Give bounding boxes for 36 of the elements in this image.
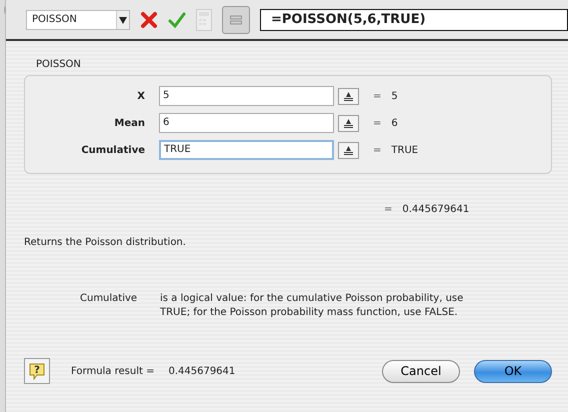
formula-field[interactable]: =POISSON(5,6,TRUE): [260, 8, 568, 30]
argument-label: X: [136, 90, 145, 102]
argument-label: Mean: [113, 118, 145, 128]
cancel-icon[interactable]: [140, 10, 158, 28]
collapse-button[interactable]: [338, 88, 359, 104]
collapse-icon: [344, 92, 353, 100]
ok-button[interactable]: OK: [474, 360, 552, 382]
equals-icon: [230, 14, 242, 24]
argument-field[interactable]: 6: [159, 113, 334, 133]
argument-label: Cumulative: [80, 144, 145, 156]
function-result: 0.445679641: [402, 204, 470, 215]
equals-button[interactable]: [222, 6, 250, 34]
equals-sign: =: [384, 204, 392, 215]
equals-sign: =: [373, 144, 382, 156]
equals-sign: =: [373, 90, 382, 102]
collapse-icon: [344, 146, 353, 154]
help-icon: ?: [28, 362, 46, 380]
checkmark-icon[interactable]: [168, 10, 186, 28]
function-dropdown[interactable]: POISSON: [26, 10, 130, 30]
argument-result: 5: [391, 90, 398, 102]
equals-sign: =: [373, 118, 382, 128]
formula-result: 0.445679641: [168, 366, 236, 376]
help-button[interactable]: ?: [24, 358, 50, 384]
function-description: Returns the Poisson distribution.: [24, 237, 187, 248]
argument-result: TRUE: [391, 144, 418, 156]
argument-result: 6: [391, 118, 398, 128]
collapse-button[interactable]: [338, 114, 359, 132]
argument-name: Cumulative: [80, 292, 138, 306]
collapse-icon: [344, 118, 353, 128]
argument-description: is a logical value: for the cumulative Poisson probability, use TRUE; for the Poisson probability mass function, use FALSE.: [160, 292, 464, 320]
result-label: Formula result =: [71, 366, 154, 376]
cancel-button[interactable]: Cancel: [382, 360, 460, 382]
argument-field[interactable]: TRUE: [159, 140, 334, 160]
collapse-button[interactable]: [338, 142, 359, 158]
group-title: POISSON: [36, 59, 82, 70]
argument-field[interactable]: 5: [159, 86, 334, 106]
